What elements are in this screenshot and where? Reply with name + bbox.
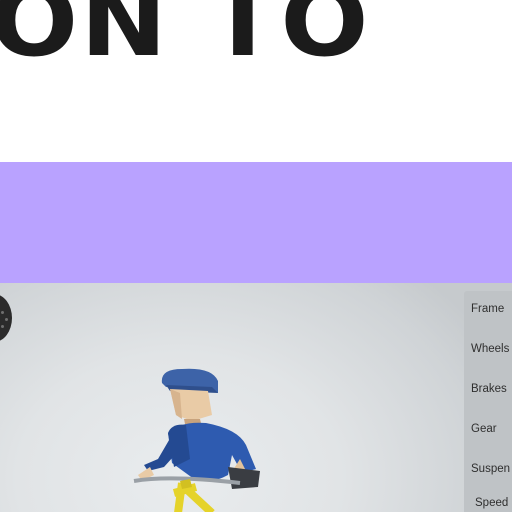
- bike-3d-viewer[interactable]: Frame Wheels Brakes Gear Suspen Speed: [0, 283, 512, 512]
- cyclist-figure: [133, 368, 260, 512]
- menu-item-suspension[interactable]: Suspen: [471, 463, 510, 475]
- menu-item-wheels[interactable]: Wheels: [471, 343, 509, 355]
- circle-menu-icon[interactable]: [0, 294, 12, 342]
- menu-item-gear[interactable]: Gear: [471, 423, 497, 435]
- component-menu-panel: Frame Wheels Brakes Gear Suspen Speed: [464, 291, 512, 512]
- purple-banner: [0, 162, 512, 283]
- headline-text: ON TO: [0, 0, 371, 78]
- menu-item-frame[interactable]: Frame: [471, 303, 504, 315]
- menu-item-speed[interactable]: Speed: [475, 497, 508, 509]
- menu-item-brakes[interactable]: Brakes: [471, 383, 507, 395]
